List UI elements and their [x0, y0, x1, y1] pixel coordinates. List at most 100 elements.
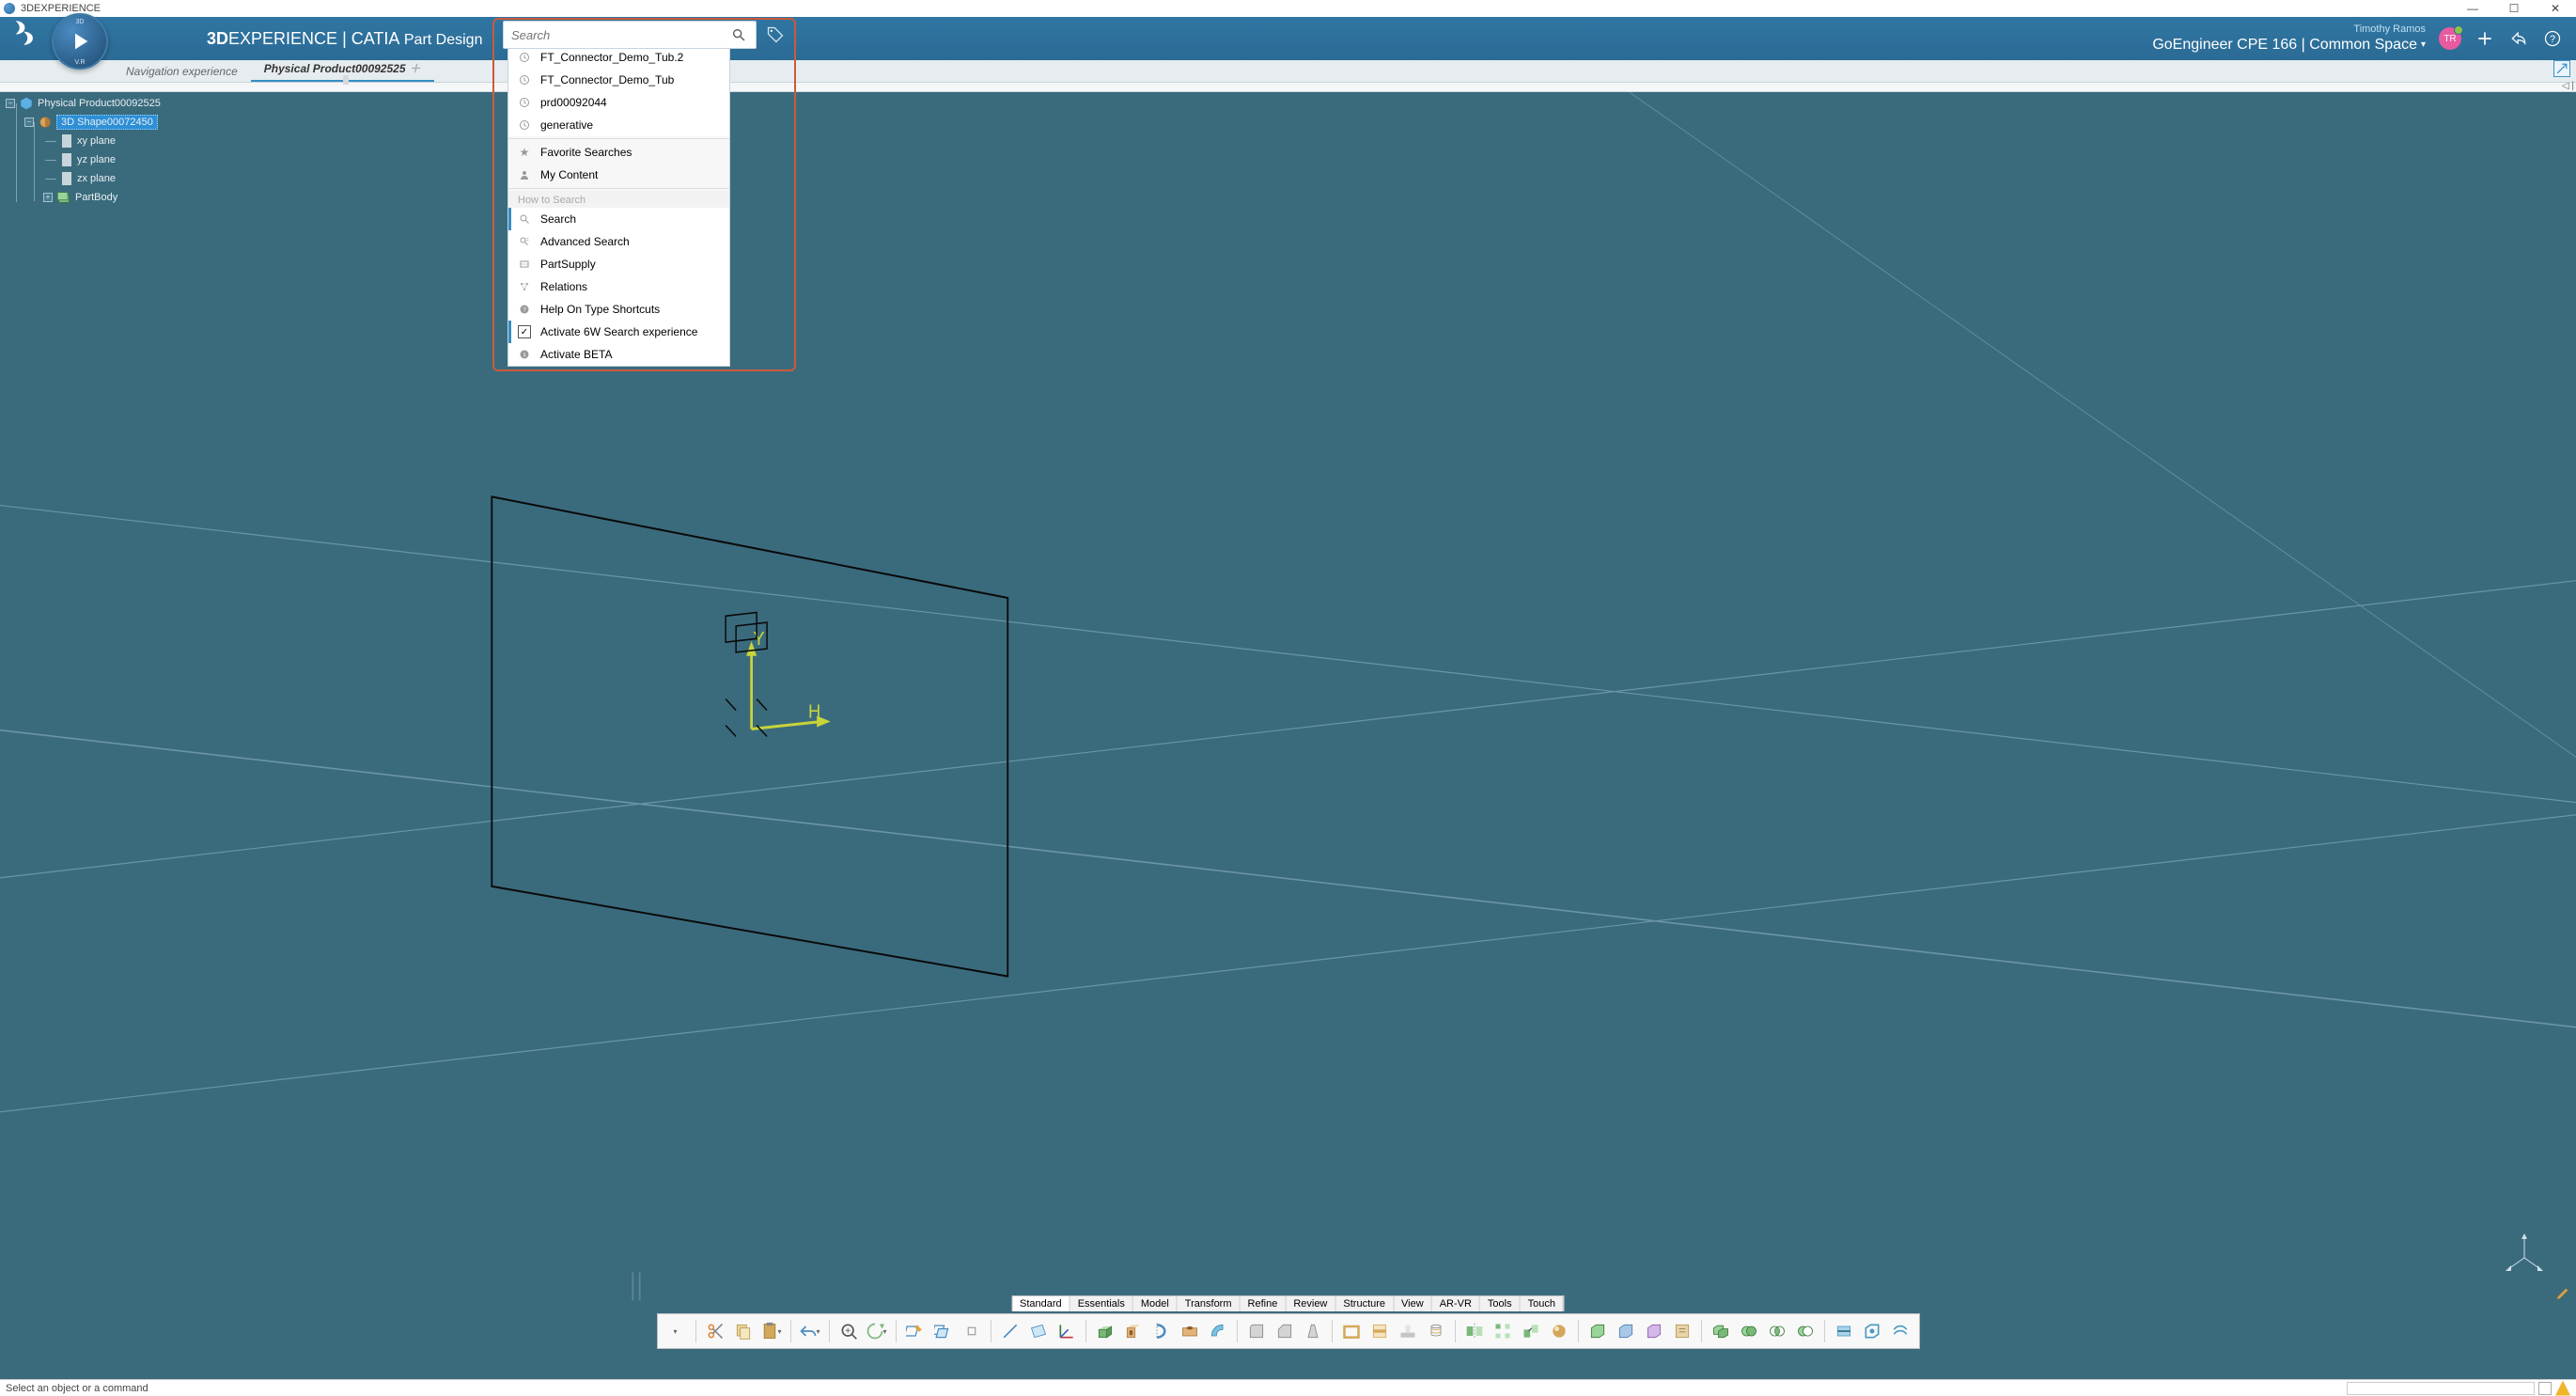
shape-icon: [38, 115, 53, 130]
tool-tab-structure[interactable]: Structure: [1335, 1296, 1394, 1311]
axis-system-button[interactable]: [1054, 1318, 1080, 1344]
thick-surface-button[interactable]: [1887, 1318, 1913, 1344]
copy-button[interactable]: [730, 1318, 757, 1344]
search-history-item[interactable]: prd00092044: [508, 91, 729, 114]
draft-button[interactable]: [1300, 1318, 1326, 1344]
search-option-search[interactable]: Search: [508, 208, 729, 230]
expand-icon[interactable]: −: [24, 118, 34, 127]
tool-tab-tools[interactable]: Tools: [1480, 1296, 1521, 1311]
cut-button[interactable]: [702, 1318, 728, 1344]
rib-button[interactable]: [1205, 1318, 1231, 1344]
tool-tab-touch[interactable]: Touch: [1521, 1296, 1564, 1311]
search-option-6w[interactable]: ✓Activate 6W Search experience: [508, 321, 729, 343]
user-context[interactable]: Timothy Ramos GoEngineer CPE 166 | Commo…: [2152, 24, 2426, 54]
expand-panel-button[interactable]: [2553, 60, 2570, 77]
search-history-item[interactable]: FT_Connector_Demo_Tub: [508, 69, 729, 91]
tool-tab-arvr[interactable]: AR-VR: [1432, 1296, 1480, 1311]
compass-button[interactable]: 3D V.R: [52, 13, 108, 70]
spec-tree[interactable]: − Physical Product00092525 − 3D Shape000…: [6, 94, 161, 207]
collapse-panel-icon[interactable]: ◁ |: [2562, 81, 2574, 91]
expand-icon[interactable]: −: [6, 99, 15, 108]
positioned-sketch-button[interactable]: [930, 1318, 957, 1344]
close-surface-button[interactable]: [1859, 1318, 1885, 1344]
mirror-button[interactable]: [1461, 1318, 1488, 1344]
avatar[interactable]: TR: [2439, 27, 2461, 50]
paste-button[interactable]: ▾: [758, 1318, 785, 1344]
stiffener-button[interactable]: [1395, 1318, 1421, 1344]
tool-tab-standard[interactable]: Standard: [1012, 1296, 1070, 1311]
tree-plane-zx[interactable]: zx plane: [43, 169, 161, 188]
tree-3dshape[interactable]: − 3D Shape00072450: [24, 113, 161, 132]
fillet-button[interactable]: [1243, 1318, 1270, 1344]
edit-mode-button[interactable]: [2555, 1286, 2570, 1306]
my-content[interactable]: My Content: [508, 164, 729, 186]
remove-button[interactable]: [1792, 1318, 1819, 1344]
undo-button[interactable]: ▾: [797, 1318, 823, 1344]
shaft-button[interactable]: [1148, 1318, 1175, 1344]
tree-splitter[interactable]: [343, 75, 349, 85]
line-button[interactable]: [997, 1318, 1023, 1344]
material-button[interactable]: [1546, 1318, 1572, 1344]
tree-root[interactable]: − Physical Product00092525: [6, 94, 161, 113]
thickness-button[interactable]: [1366, 1318, 1393, 1344]
search-option-help-shortcuts[interactable]: ?Help On Type Shortcuts: [508, 298, 729, 321]
tree-plane-yz[interactable]: yz plane: [43, 150, 161, 169]
command-input[interactable]: [2347, 1382, 2535, 1395]
tab-add-icon[interactable]: ＋: [410, 62, 421, 75]
publication-button[interactable]: [1669, 1318, 1695, 1344]
warning-icon[interactable]: [2555, 1381, 2570, 1396]
tag-button[interactable]: [764, 24, 787, 46]
status-indicator[interactable]: [2538, 1382, 2552, 1395]
thread-button[interactable]: [1423, 1318, 1449, 1344]
search-input[interactable]: [503, 21, 757, 49]
ordered-geoset-button[interactable]: [1641, 1318, 1667, 1344]
expand-icon[interactable]: +: [43, 193, 53, 202]
3d-viewport[interactable]: Y H: [0, 92, 2576, 1366]
close-button[interactable]: ✕: [2535, 0, 2576, 17]
sketch-button[interactable]: [902, 1318, 929, 1344]
minimize-button[interactable]: —: [2452, 0, 2493, 17]
geoset-button[interactable]: [1613, 1318, 1639, 1344]
transformation-button[interactable]: [1518, 1318, 1544, 1344]
hole-button[interactable]: [1177, 1318, 1203, 1344]
status-text: Select an object or a command: [6, 1383, 148, 1394]
natural-shape-button[interactable]: [959, 1318, 985, 1344]
pocket-button[interactable]: [1120, 1318, 1147, 1344]
tree-plane-xy[interactable]: xy plane: [43, 132, 161, 150]
search-option-relations[interactable]: Relations: [508, 275, 729, 298]
tool-tab-view[interactable]: View: [1394, 1296, 1432, 1311]
toolbar-dropdown[interactable]: ▾: [664, 1318, 690, 1344]
chamfer-button[interactable]: [1272, 1318, 1298, 1344]
body-button[interactable]: [1585, 1318, 1611, 1344]
pad-button[interactable]: [1092, 1318, 1118, 1344]
add-button[interactable]: [2475, 28, 2495, 49]
search-option-advanced[interactable]: Advanced Search: [508, 230, 729, 253]
search-button[interactable]: [728, 24, 749, 45]
plane-button[interactable]: [1025, 1318, 1052, 1344]
search-history-item[interactable]: FT_Connector_Demo_Tub.2: [508, 46, 729, 69]
search-option-partsupply[interactable]: PartSupply: [508, 253, 729, 275]
tool-tab-review[interactable]: Review: [1286, 1296, 1335, 1311]
search-option-beta[interactable]: iActivate BETA: [508, 343, 729, 366]
fit-all-button[interactable]: [835, 1318, 862, 1344]
maximize-button[interactable]: ☐: [2493, 0, 2535, 17]
assemble-button[interactable]: [1708, 1318, 1734, 1344]
tool-tab-essentials[interactable]: Essentials: [1070, 1296, 1133, 1311]
intersect-button[interactable]: [1764, 1318, 1790, 1344]
tool-tab-refine[interactable]: Refine: [1241, 1296, 1287, 1311]
view-axis-widget[interactable]: [2501, 1230, 2548, 1281]
split-button[interactable]: [1831, 1318, 1857, 1344]
recenter-button[interactable]: ▾: [864, 1318, 890, 1344]
search-history-item[interactable]: generative: [508, 114, 729, 136]
favorite-searches[interactable]: ★Favorite Searches: [508, 141, 729, 164]
help-button[interactable]: ?: [2542, 28, 2563, 49]
tab-navigation-experience[interactable]: Navigation experience: [113, 61, 251, 82]
shell-button[interactable]: [1338, 1318, 1365, 1344]
tool-tab-model[interactable]: Model: [1133, 1296, 1178, 1311]
tool-tab-transform[interactable]: Transform: [1178, 1296, 1241, 1311]
tree-partbody[interactable]: +PartBody: [43, 188, 161, 207]
share-button[interactable]: [2508, 28, 2529, 49]
context-label: GoEngineer CPE 166 | Common Space: [2152, 36, 2417, 54]
union-button[interactable]: [1736, 1318, 1762, 1344]
pattern-button[interactable]: [1490, 1318, 1516, 1344]
